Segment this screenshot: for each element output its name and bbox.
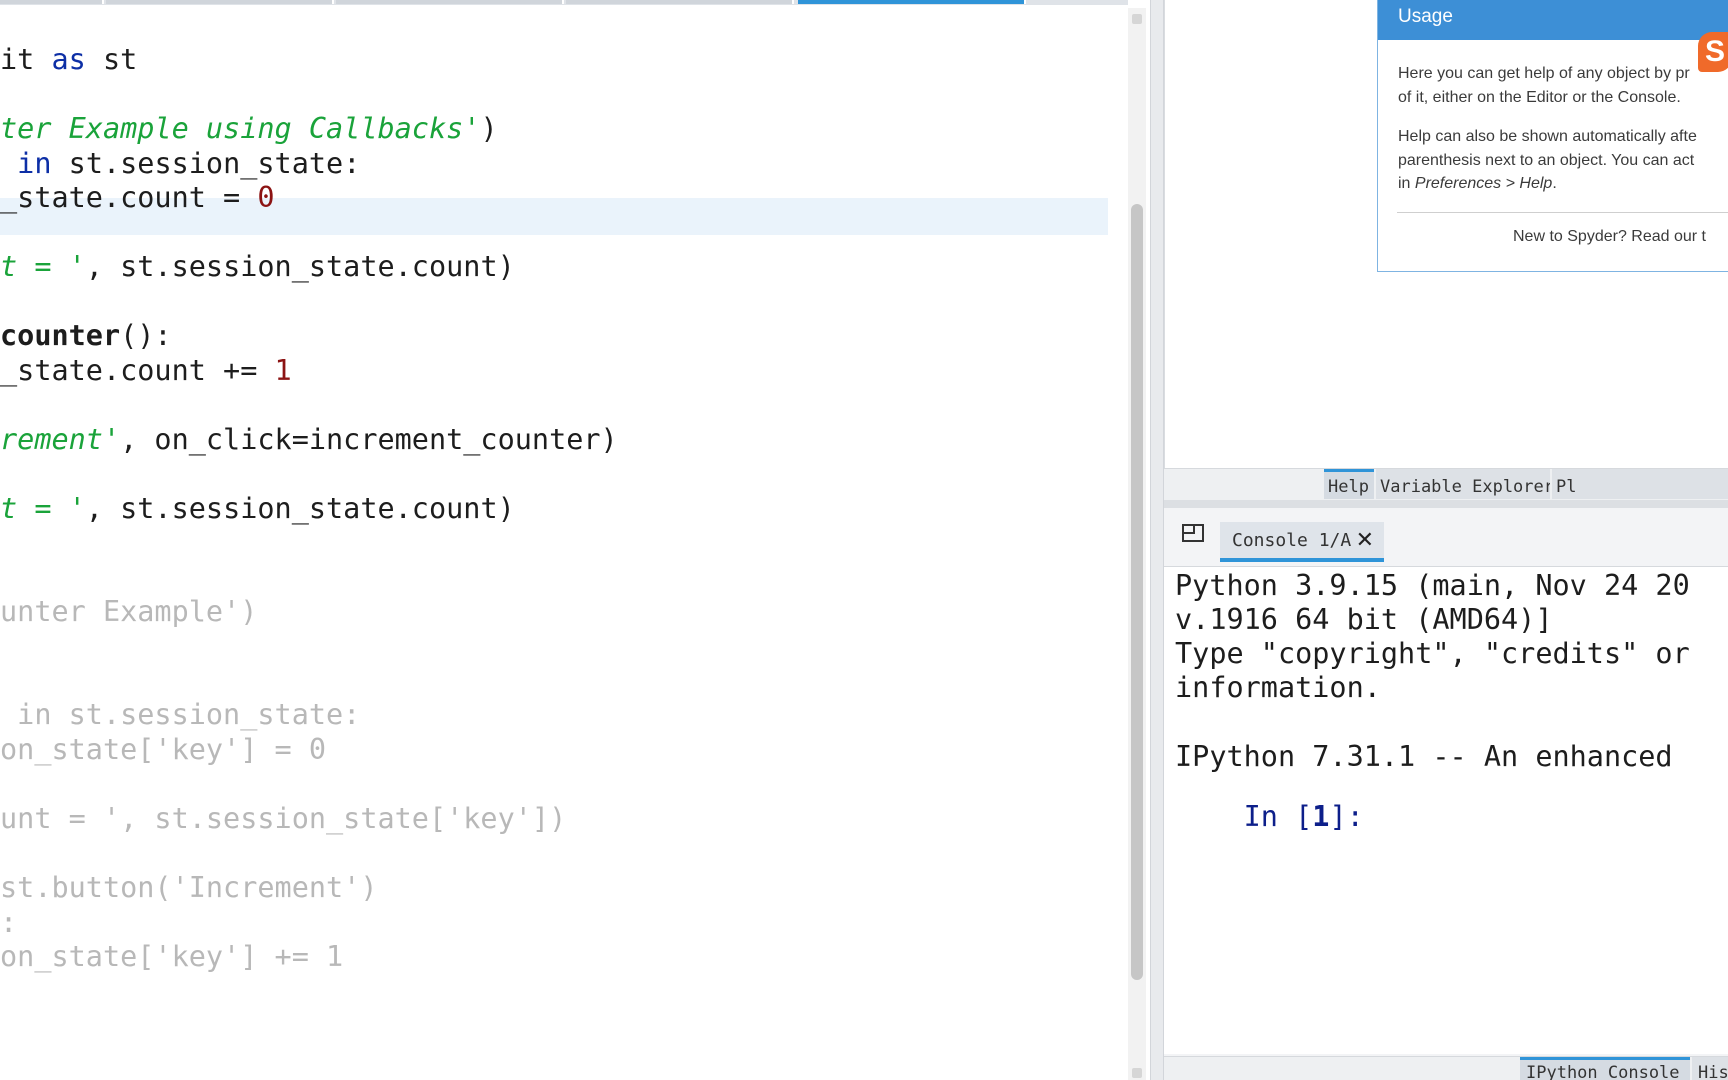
code-area[interactable]: it as st ter Example using Callbacks') in… bbox=[0, 0, 1110, 1080]
usage-text: Here you can get help of any object by p… bbox=[1398, 65, 1690, 82]
tab-help[interactable]: Help bbox=[1324, 469, 1374, 499]
code-line[interactable]: : bbox=[0, 904, 17, 942]
usage-divider bbox=[1397, 212, 1728, 213]
usage-body: Here you can get help of any object by p… bbox=[1378, 40, 1728, 196]
code-token: counter bbox=[0, 319, 121, 352]
code-token: _state.count += bbox=[0, 354, 275, 387]
code-line[interactable]: in st.session_state: bbox=[0, 145, 360, 183]
code-token: on_state['key'] += 1 bbox=[0, 940, 344, 973]
usage-text: . bbox=[1552, 175, 1557, 192]
horizontal-splitter[interactable] bbox=[1164, 500, 1728, 508]
prompt-suffix: ]: bbox=[1329, 800, 1364, 833]
pane-splitter[interactable] bbox=[1150, 0, 1164, 1080]
tab-ipython-console[interactable]: IPython Console bbox=[1520, 1057, 1690, 1080]
preferences-link: Preferences > Help bbox=[1414, 175, 1553, 192]
usage-title: Usage bbox=[1378, 0, 1728, 40]
tab-plots[interactable]: Pl bbox=[1552, 469, 1728, 499]
code-token: unt = ', st.session_state['key']) bbox=[0, 802, 567, 835]
code-token: it bbox=[0, 43, 52, 76]
code-token: in st.session_state: bbox=[0, 698, 361, 731]
scroll-up-arrow-icon[interactable] bbox=[1132, 14, 1142, 24]
console-line: information. bbox=[1175, 671, 1381, 704]
code-editor[interactable]: it as st ter Example using Callbacks') in… bbox=[0, 0, 1128, 1080]
help-pane-tabs: Help Variable Explorer Pl bbox=[1164, 468, 1728, 500]
console-line: IPython 7.31.1 -- An enhanced bbox=[1175, 740, 1673, 773]
code-token: rement' bbox=[0, 423, 121, 456]
console-prompt[interactable]: In [1]: bbox=[1175, 760, 1364, 874]
brand-logo-icon: S bbox=[1698, 32, 1728, 72]
code-token: ter Example using Callbacks' bbox=[0, 112, 481, 145]
usage-card: Usage Here you can get help of any objec… bbox=[1377, 0, 1728, 272]
code-token: , on_click=increment_counter) bbox=[120, 423, 618, 456]
code-line[interactable]: _state.count += 1 bbox=[0, 352, 292, 390]
scroll-down-arrow-icon[interactable] bbox=[1132, 1068, 1142, 1078]
code-line[interactable]: on_state['key'] += 1 bbox=[0, 938, 343, 976]
code-token: st.session_state: bbox=[51, 147, 361, 180]
code-line[interactable]: unter Example') bbox=[0, 593, 257, 631]
code-token: st.button('Increment') bbox=[0, 871, 378, 904]
code-line[interactable]: _state.count = 0 bbox=[0, 179, 275, 217]
code-token: 0 bbox=[257, 181, 275, 214]
code-token: t = ' bbox=[0, 250, 86, 283]
prompt-number: 1 bbox=[1312, 800, 1330, 833]
code-line[interactable]: t = ', st.session_state.count) bbox=[0, 490, 515, 528]
code-token: (): bbox=[120, 319, 172, 352]
code-token: : bbox=[0, 906, 18, 939]
console-tab[interactable]: Console 1/A ✕ bbox=[1220, 522, 1384, 562]
code-token: unter Example') bbox=[0, 595, 258, 628]
tab-history[interactable]: His bbox=[1692, 1057, 1728, 1080]
console-line: v.1916 64 bit (AMD64)] bbox=[1175, 603, 1553, 636]
code-token: t = ' bbox=[0, 492, 86, 525]
code-token: ) bbox=[480, 112, 498, 145]
code-line[interactable]: counter(): bbox=[0, 317, 172, 355]
usage-text: of it, either on the Editor or the Conso… bbox=[1398, 88, 1681, 106]
code-line[interactable]: unt = ', st.session_state['key']) bbox=[0, 800, 566, 838]
scrollbar-thumb[interactable] bbox=[1131, 204, 1143, 980]
code-token: _state.count = bbox=[0, 181, 258, 214]
console-bottom-tabs: IPython Console His bbox=[1164, 1056, 1728, 1080]
console-output[interactable]: In [1]: Python 3.9.15 (main, Nov 24 20 v.… bbox=[1164, 566, 1728, 1054]
code-line[interactable]: in st.session_state: bbox=[0, 696, 360, 734]
window-undock-icon[interactable] bbox=[1182, 524, 1204, 542]
code-line[interactable]: rement', on_click=increment_counter) bbox=[0, 421, 618, 459]
code-token: , st.session_state.count) bbox=[85, 250, 515, 283]
code-token: as bbox=[51, 43, 86, 76]
console-line: Python 3.9.15 (main, Nov 24 20 bbox=[1175, 569, 1690, 602]
code-line[interactable]: t = ', st.session_state.count) bbox=[0, 248, 515, 286]
usage-footer-link[interactable]: New to Spyder? Read our t bbox=[1513, 228, 1706, 246]
code-line[interactable]: st.button('Increment') bbox=[0, 869, 378, 907]
code-token: on_state['key'] = 0 bbox=[0, 733, 327, 766]
console-tab-label: Console 1/A bbox=[1232, 530, 1352, 551]
usage-paragraph-1: Here you can get help of any object by p… bbox=[1398, 62, 1728, 109]
usage-text: Help can also be shown automatically aft… bbox=[1398, 128, 1697, 145]
usage-text: in bbox=[1398, 175, 1415, 192]
code-token: st bbox=[85, 43, 138, 76]
code-line[interactable]: on_state['key'] = 0 bbox=[0, 731, 326, 769]
usage-text: parenthesis next to an object. You can a… bbox=[1398, 151, 1695, 169]
code-line[interactable]: it as st bbox=[0, 41, 137, 79]
code-token: , st.session_state.count) bbox=[85, 492, 515, 525]
usage-paragraph-2: Help can also be shown automatically aft… bbox=[1398, 125, 1728, 196]
editor-vertical-scrollbar[interactable] bbox=[1128, 8, 1146, 1080]
code-token: 1 bbox=[274, 354, 292, 387]
code-line[interactable]: ter Example using Callbacks') bbox=[0, 110, 498, 148]
console-line: Type "copyright", "credits" or bbox=[1175, 637, 1690, 670]
prompt-prefix: In [ bbox=[1243, 800, 1313, 833]
tab-variable-explorer[interactable]: Variable Explorer bbox=[1376, 469, 1550, 499]
close-icon[interactable]: ✕ bbox=[1356, 522, 1374, 560]
code-token: in bbox=[17, 147, 52, 180]
